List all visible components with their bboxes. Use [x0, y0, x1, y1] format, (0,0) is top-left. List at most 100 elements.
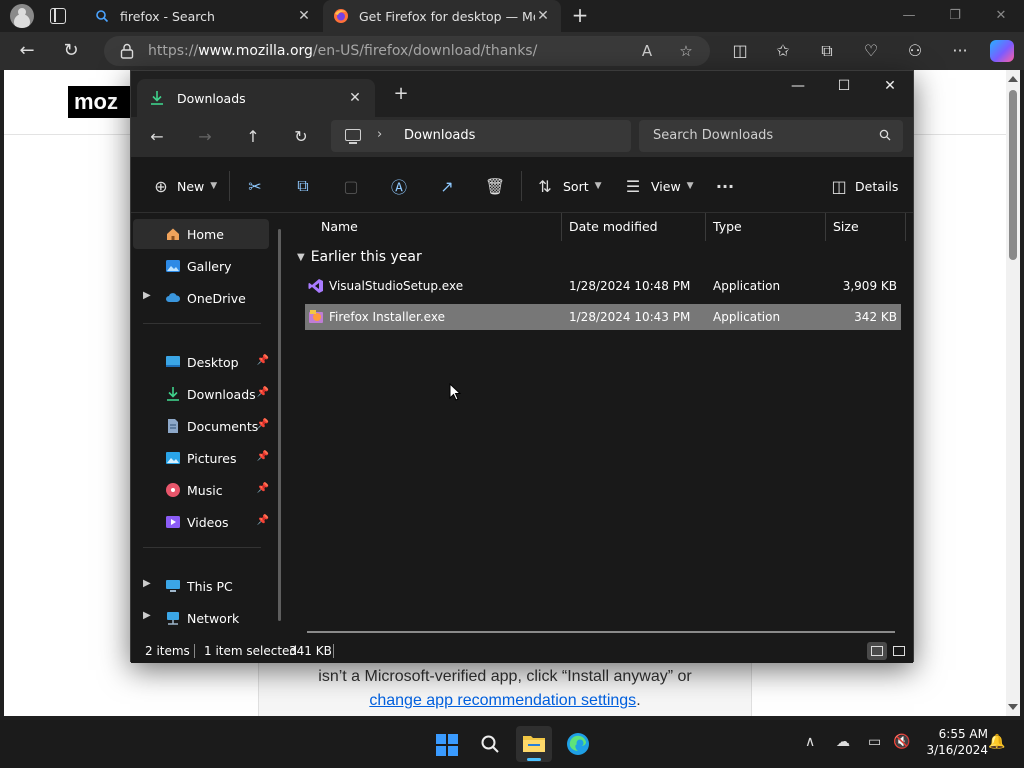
pin-icon[interactable]: 📌	[257, 483, 269, 494]
chevron-right-icon[interactable]: ›	[377, 127, 382, 142]
more-options-button[interactable]: ···	[715, 175, 735, 197]
explorer-tab-downloads[interactable]: Downloads ✕	[137, 79, 375, 117]
sidebar-scrollbar[interactable]	[278, 229, 281, 621]
mozilla-logo: moz	[68, 86, 132, 118]
scroll-thumb[interactable]	[1009, 90, 1017, 260]
favorites-icon[interactable]: ✩	[772, 40, 794, 62]
tiles-view-button[interactable]	[889, 642, 909, 660]
close-icon[interactable]: ✕	[978, 0, 1024, 32]
start-button[interactable]	[428, 726, 464, 762]
pin-icon[interactable]: 📌	[257, 419, 269, 430]
browser-tab-mozilla[interactable]: Get Firefox for desktop — Mozill ✕	[323, 0, 561, 32]
gallery-icon	[166, 260, 180, 272]
scroll-down-icon[interactable]	[1008, 704, 1018, 710]
sidebar-item-network[interactable]: ▶ Network	[133, 603, 269, 633]
sidebar-item-pictures[interactable]: Pictures 📌	[133, 443, 269, 473]
volume-muted-icon[interactable]: 🔇	[893, 734, 910, 750]
sidebar-item-music[interactable]: Music 📌	[133, 475, 269, 505]
sort-button[interactable]: ⇅ Sort ▼	[535, 175, 601, 197]
page-scrollbar[interactable]	[1006, 70, 1020, 716]
more-options-icon[interactable]: ···	[949, 40, 971, 62]
back-icon[interactable]: ←	[16, 40, 38, 62]
forward-icon[interactable]: →	[193, 126, 217, 148]
app-settings-link[interactable]: change app recommendation settings	[369, 692, 636, 709]
table-row[interactable]: Firefox Installer.exe 1/28/2024 10:43 PM A…	[305, 304, 901, 330]
chevron-right-icon[interactable]: ▶	[143, 578, 151, 589]
clock-date: 3/16/2024	[926, 743, 988, 757]
read-aloud-icon[interactable]: A	[638, 42, 656, 60]
favorite-star-icon[interactable]: ☆	[677, 42, 695, 60]
scroll-up-icon[interactable]	[1008, 76, 1018, 82]
table-row[interactable]: VisualStudioSetup.exe 1/28/2024 10:48 PM A…	[305, 273, 901, 299]
sidebar-item-home[interactable]: Home	[133, 219, 269, 249]
close-icon[interactable]: ✕	[867, 71, 913, 101]
edge-taskbar-button[interactable]	[560, 726, 596, 762]
collections-icon[interactable]: ⧉	[816, 40, 838, 62]
new-button[interactable]: ⊕ New ▼	[151, 175, 217, 197]
sidebar-item-onedrive[interactable]: ▶ OneDrive	[133, 283, 269, 313]
refresh-icon[interactable]: ↻	[289, 126, 313, 148]
sidebar-item-desktop[interactable]: Desktop 📌	[133, 347, 269, 377]
browser-tab-search[interactable]: firefox - Search ✕	[84, 0, 322, 32]
details-view-button[interactable]	[867, 642, 887, 660]
performance-icon[interactable]: ♡	[860, 40, 882, 62]
copilot-icon[interactable]	[990, 40, 1014, 62]
extensions-icon[interactable]: ⚇	[904, 40, 926, 62]
view-button[interactable]: ☰ View ▼	[623, 175, 694, 197]
show-hidden-icons[interactable]: ∧	[805, 734, 815, 750]
column-header-type[interactable]: Type	[705, 213, 742, 241]
file-explorer-taskbar-button[interactable]	[516, 726, 552, 762]
rename-button[interactable]: Ⓐ	[389, 175, 409, 197]
path-segment[interactable]: Downloads	[404, 128, 475, 143]
close-tab-icon[interactable]: ✕	[296, 8, 312, 24]
explorer-titlebar: Downloads ✕ + — ☐ ✕	[131, 71, 913, 117]
share-button[interactable]: ↗	[437, 175, 457, 197]
minimize-icon[interactable]: —	[775, 71, 821, 101]
cut-button[interactable]: ✂	[245, 175, 265, 197]
onedrive-status-icon[interactable]: ☁	[836, 734, 850, 750]
copy-button[interactable]: ⧉	[293, 175, 313, 197]
chevron-right-icon[interactable]: ▶	[143, 610, 151, 621]
column-header-name[interactable]: Name	[313, 213, 358, 241]
back-icon[interactable]: ←	[145, 126, 169, 148]
restore-icon[interactable]: ❐	[932, 0, 978, 32]
sidebar-item-downloads[interactable]: Downloads 📌	[133, 379, 269, 409]
column-divider[interactable]	[905, 213, 906, 241]
network-status-icon[interactable]: ▭	[868, 734, 881, 750]
notification-bell-icon[interactable]: 🔔	[988, 734, 1005, 750]
column-header-date[interactable]: Date modified	[561, 213, 658, 241]
close-tab-icon[interactable]: ✕	[535, 8, 551, 24]
refresh-icon[interactable]: ↻	[60, 40, 82, 62]
profile-avatar[interactable]	[10, 4, 34, 28]
pin-icon[interactable]: 📌	[257, 387, 269, 398]
sidebar-item-documents[interactable]: Documents 📌	[133, 411, 269, 441]
address-bar[interactable]: https://www.mozilla.org/en-US/firefox/do…	[104, 36, 710, 66]
close-tab-icon[interactable]: ✕	[347, 90, 363, 106]
new-tab-button[interactable]: +	[568, 4, 592, 28]
command-bar: ⊕ New ▼ ✂ ⧉ ▢ Ⓐ ↗ 🗑 ⇅ Sort ▼ ☰ View ▼ ··…	[131, 157, 913, 213]
sidebar-item-this-pc[interactable]: ▶ This PC	[133, 571, 269, 601]
chevron-down-icon: ▼	[686, 181, 694, 191]
details-button[interactable]: ◫ Details	[829, 175, 898, 197]
maximize-icon[interactable]: ☐	[821, 71, 867, 101]
pin-icon[interactable]: 📌	[257, 515, 269, 526]
up-icon[interactable]: ↑	[241, 126, 265, 148]
group-header[interactable]: ▼ Earlier this year	[297, 245, 422, 269]
pin-icon[interactable]: 📌	[257, 451, 269, 462]
new-tab-button[interactable]: +	[389, 83, 413, 107]
path-bar[interactable]: › Downloads	[331, 120, 631, 152]
system-clock[interactable]: 6:55 AM 3/16/2024	[918, 726, 988, 758]
sidebar-item-videos[interactable]: Videos 📌	[133, 507, 269, 537]
search-button[interactable]	[472, 726, 508, 762]
paste-button[interactable]: ▢	[341, 175, 361, 197]
horizontal-scrollbar[interactable]	[307, 631, 895, 633]
split-screen-icon[interactable]: ◫	[729, 40, 751, 62]
chevron-right-icon[interactable]: ▶	[143, 290, 151, 301]
minimize-icon[interactable]: —	[886, 0, 932, 32]
pin-icon[interactable]: 📌	[257, 355, 269, 366]
sidebar-item-gallery[interactable]: Gallery	[133, 251, 269, 281]
delete-button[interactable]: 🗑	[485, 175, 505, 197]
tab-actions-icon[interactable]	[50, 8, 66, 24]
column-header-size[interactable]: Size	[825, 213, 859, 241]
search-input[interactable]: Search Downloads	[639, 120, 903, 152]
